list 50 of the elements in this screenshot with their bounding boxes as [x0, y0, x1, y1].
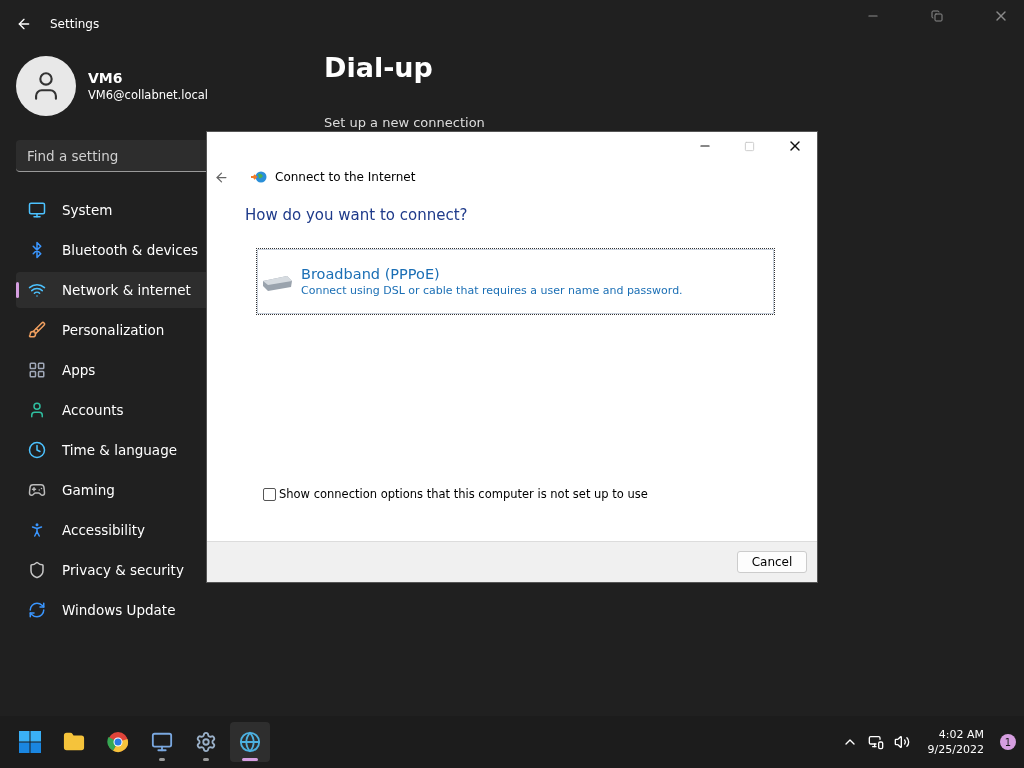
monitor-icon [28, 201, 46, 219]
clock-date: 9/25/2022 [927, 743, 984, 756]
nav-item[interactable]: Windows Update [16, 592, 290, 628]
person-icon [28, 401, 46, 419]
dialog-heading: How do you want to connect? [245, 206, 469, 224]
window-title: Settings [50, 17, 100, 31]
windows-logo-icon [19, 731, 41, 753]
dialog-title: Connect to the Internet [275, 170, 416, 184]
folder-icon [63, 731, 85, 753]
browser-icon [107, 731, 129, 753]
brush-icon [28, 321, 46, 339]
connection-option[interactable]: Broadband (PPPoE) Connect using DSL or cable that requires a user name and password. [256, 248, 775, 315]
nav-item[interactable]: Personalization [16, 312, 290, 348]
selection-indicator [16, 282, 19, 298]
notification-badge[interactable]: 1 [1000, 734, 1016, 750]
update-icon [28, 601, 46, 619]
apps-icon [28, 361, 46, 379]
nav-item[interactable]: Time & language [16, 432, 290, 468]
user-name: VM6 [88, 70, 124, 86]
shield-icon [28, 561, 46, 579]
volume-icon[interactable] [893, 734, 910, 750]
checkbox[interactable] [263, 487, 276, 501]
monitor-icon [151, 731, 173, 753]
gamepad-icon [28, 481, 46, 499]
nav-item[interactable]: Privacy & security [16, 552, 290, 588]
page-subtitle: Set up a new connection [324, 115, 486, 130]
wifi-icon [28, 281, 46, 299]
nav-item[interactable]: Apps [16, 352, 290, 388]
checkbox-label: Show connection options that this computer is not set up to use [279, 487, 648, 501]
avatar [16, 56, 76, 116]
running-indicator [203, 758, 209, 761]
globe-icon [239, 731, 261, 753]
running-indicator [159, 758, 165, 761]
nav-item[interactable]: Accessibility [16, 512, 290, 548]
page-title: Dial-up [324, 52, 434, 83]
clock-time: 4:02 AM [938, 728, 984, 741]
option-description: Connect using DSL or cable that requires a user name and password. [301, 284, 683, 297]
nav-item[interactable]: Accounts [16, 392, 290, 428]
option-title: Broadband (PPPoE) [301, 266, 441, 282]
gear-icon [195, 731, 217, 753]
back-icon[interactable] [16, 16, 32, 32]
cancel-button[interactable]: Cancel [737, 551, 807, 573]
clock-icon [28, 441, 46, 459]
globe-icon [251, 169, 267, 185]
maximize-icon [744, 140, 755, 152]
running-indicator [242, 758, 258, 761]
network-icon[interactable] [867, 734, 884, 750]
restore-icon[interactable] [931, 10, 943, 22]
user-email: VM6@collabnet.local [88, 88, 209, 102]
taskbar-app[interactable] [230, 722, 270, 762]
